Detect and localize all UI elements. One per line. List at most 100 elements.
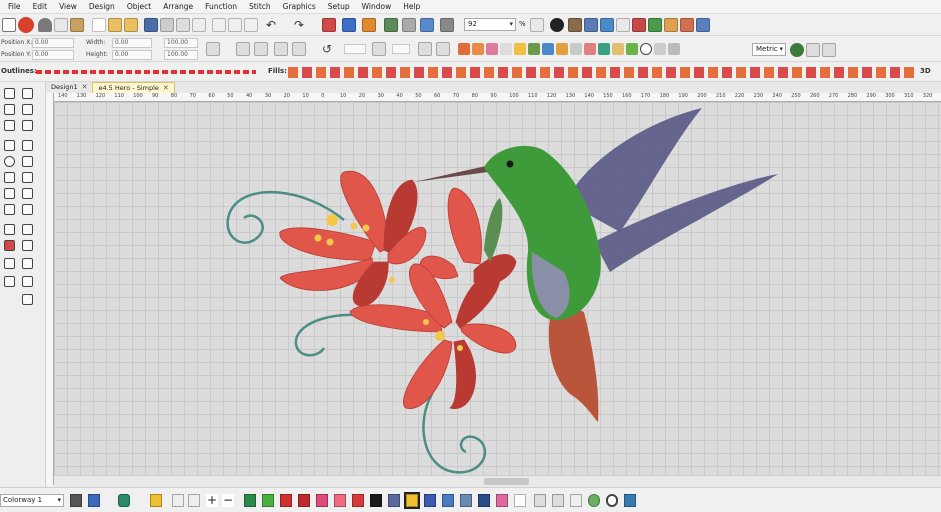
reshape-tool-icon[interactable] [4, 104, 15, 115]
thread-color-12[interactable] [442, 494, 454, 507]
color-list-icon[interactable] [534, 494, 546, 507]
zoom-fit-icon[interactable] [530, 18, 544, 32]
motif-stitch-icon[interactable] [584, 43, 596, 55]
zoom-tool-icon[interactable] [22, 276, 33, 287]
flip-icon[interactable] [274, 42, 288, 56]
paste-icon[interactable] [70, 18, 84, 32]
color-wand-icon[interactable] [188, 494, 200, 507]
blank-stitch-icon[interactable] [500, 43, 512, 55]
slant-field[interactable] [392, 44, 410, 54]
spool-icon[interactable] [624, 494, 636, 507]
pin-icon[interactable] [38, 18, 52, 32]
thread-color-15[interactable] [496, 494, 508, 507]
undo-icon[interactable]: ↶ [266, 18, 280, 32]
menu-function[interactable]: Function [199, 0, 243, 14]
node-tool-icon[interactable] [22, 104, 33, 115]
color-wand-icon[interactable] [362, 18, 376, 32]
units-combo[interactable]: Metric ▾ [752, 43, 786, 56]
thread-color-14[interactable] [478, 494, 490, 507]
window-icon[interactable] [696, 18, 710, 32]
snap-icon[interactable] [822, 43, 836, 57]
hand-tool-icon[interactable] [4, 276, 15, 287]
scale-width-field[interactable]: 100.00 [164, 38, 198, 48]
close-icon[interactable]: ✕ [82, 82, 88, 93]
eyedropper-icon[interactable] [172, 494, 184, 507]
star-tool-icon[interactable] [22, 140, 33, 151]
grid-large-icon[interactable] [668, 43, 680, 55]
menu-arrange[interactable]: Arrange [157, 0, 199, 14]
circle-green-icon[interactable] [626, 43, 638, 55]
add-color-icon[interactable]: + [206, 494, 218, 507]
outline-styles-strip[interactable] [36, 70, 256, 74]
globe-icon[interactable] [790, 43, 804, 57]
ellipse-tool-icon[interactable] [4, 156, 15, 167]
pen-icon[interactable] [402, 18, 416, 32]
travel-icon[interactable] [342, 18, 356, 32]
thread-color-8[interactable] [370, 494, 382, 507]
brush-icon[interactable] [384, 18, 398, 32]
menu-object[interactable]: Object [121, 0, 157, 14]
line-tool-icon[interactable] [570, 494, 582, 507]
mirror-v-icon[interactable] [254, 42, 268, 56]
redo-icon[interactable]: ↷ [294, 18, 308, 32]
stitch-player-icon[interactable] [322, 18, 336, 32]
distribute-icon[interactable] [436, 42, 450, 56]
fill-styles-strip[interactable] [288, 67, 918, 78]
grid-stitch-icon[interactable] [542, 43, 554, 55]
table-icon[interactable] [616, 18, 630, 32]
palette-icon[interactable] [632, 18, 646, 32]
hoop-icon[interactable] [584, 18, 598, 32]
app-icon[interactable] [2, 18, 16, 32]
grid-small-icon[interactable] [654, 43, 666, 55]
user-icon[interactable] [680, 18, 694, 32]
menu-setup[interactable]: Setup [322, 0, 356, 14]
thread-chart-icon[interactable] [552, 494, 564, 507]
color-wheel-icon[interactable] [588, 494, 600, 507]
tatami-stitch-icon[interactable] [472, 43, 484, 55]
paste-object-icon[interactable] [244, 18, 258, 32]
fabric-swatch-icon[interactable] [70, 494, 82, 507]
rotate-angle-field[interactable] [344, 44, 366, 54]
zoom-combo[interactable]: 92 ▾ [464, 18, 516, 31]
thread-color-11[interactable] [424, 494, 436, 507]
open-folder-icon[interactable] [108, 18, 122, 32]
lasso-tool-icon[interactable] [22, 88, 33, 99]
pattern-stitch-icon[interactable] [556, 43, 568, 55]
mirror-h-icon[interactable] [236, 42, 250, 56]
menu-edit[interactable]: Edit [27, 0, 54, 14]
measure-icon[interactable] [440, 18, 454, 32]
menu-stitch[interactable]: Stitch [243, 0, 277, 14]
align-icon[interactable] [418, 42, 432, 56]
thread-color-6[interactable] [334, 494, 346, 507]
eraser-tool-icon[interactable] [22, 120, 33, 131]
thread-color-5[interactable] [316, 494, 328, 507]
height-field[interactable]: 0.00 [112, 50, 152, 60]
embroidery-design[interactable] [54, 102, 941, 475]
menu-file[interactable]: File [2, 0, 27, 14]
menu-design[interactable]: Design [83, 0, 121, 14]
thread-icon[interactable] [648, 18, 662, 32]
print-preview-icon[interactable] [192, 18, 206, 32]
freehand-tool-icon[interactable] [22, 204, 33, 215]
circle-outline-icon[interactable] [640, 43, 652, 55]
knife-tool-icon[interactable] [4, 120, 15, 131]
red-fill-tool-icon[interactable] [4, 240, 15, 251]
spiral-tool-icon[interactable] [22, 172, 33, 183]
copy-object-icon[interactable] [228, 18, 242, 32]
scale-height-field[interactable]: 100.00 [164, 50, 198, 60]
background-swatch-icon[interactable] [88, 494, 100, 507]
menu-window[interactable]: Window [356, 0, 398, 14]
menu-graphics[interactable]: Graphics [277, 0, 322, 14]
feather-stitch-icon[interactable] [486, 43, 498, 55]
skew-icon[interactable] [292, 42, 306, 56]
menu-help[interactable]: Help [397, 0, 426, 14]
open-recent-icon[interactable] [124, 18, 138, 32]
bezier-tool-icon[interactable] [22, 188, 33, 199]
thread-color-10[interactable] [404, 492, 420, 509]
polygon-tool-icon[interactable] [22, 156, 33, 167]
thread-color-9[interactable] [388, 494, 400, 507]
info-icon[interactable] [550, 18, 564, 32]
cut-icon[interactable] [212, 18, 226, 32]
monogram-tool-icon[interactable] [22, 224, 33, 235]
shirt-icon[interactable] [118, 494, 130, 507]
